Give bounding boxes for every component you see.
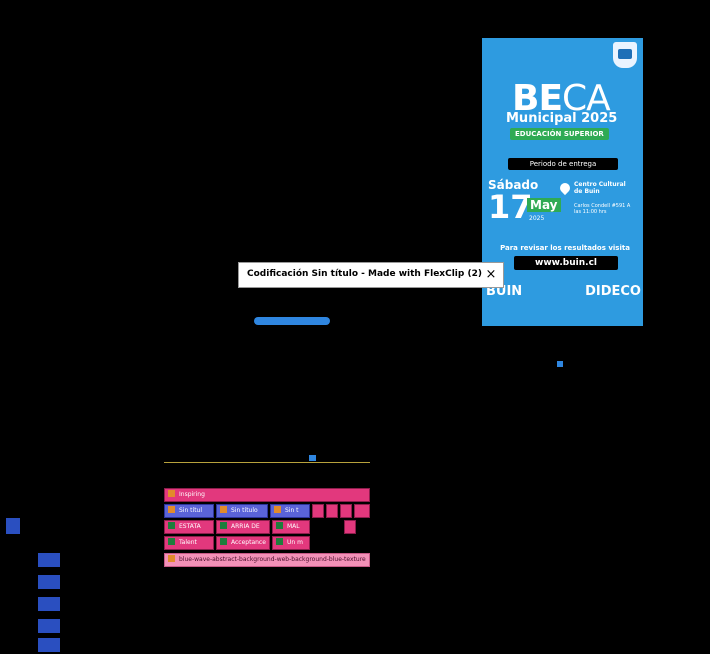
side-panel-icon[interactable] <box>6 518 20 534</box>
clip-sin-titulo-3[interactable]: Sin t <box>270 504 310 518</box>
timeline-track-3: ESTATA ARRIA DE MAL <box>164 520 370 534</box>
poster-venue: Centro Cultural de Buin <box>574 181 626 195</box>
poster-year: 2025 <box>529 215 545 222</box>
timeline-track-5: blue-wave-abstract-background-web-backgr… <box>164 553 370 567</box>
clip-inspiring[interactable]: Inspiring <box>164 488 370 502</box>
side-panel-icon[interactable] <box>38 575 60 589</box>
poster-education-badge: EDUCACIÓN SUPERIOR <box>510 128 609 140</box>
clip-sin-titulo-2[interactable]: Sin título <box>216 504 268 518</box>
poster-day: 17 <box>488 188 533 226</box>
effect-icon <box>274 506 281 513</box>
tooltip-title: Codificación Sin título - Made with Flex… <box>247 269 482 279</box>
image-icon <box>168 522 175 529</box>
clip-mini[interactable] <box>340 504 352 518</box>
clip-mal[interactable]: MAL <box>272 520 310 534</box>
clip-estata[interactable]: ESTATA <box>164 520 214 534</box>
clip-acceptance[interactable]: Acceptance <box>216 536 270 550</box>
poster-logos: BUIN DIDECO <box>486 284 641 299</box>
side-panel-icon[interactable] <box>38 619 60 633</box>
timeline-track-2: Sin títul Sin título Sin t <box>164 504 370 518</box>
clip-blue-wave-background[interactable]: blue-wave-abstract-background-web-backgr… <box>164 553 370 567</box>
dideco-logo: DIDECO <box>585 284 641 299</box>
clip-talent[interactable]: Talent <box>164 536 214 550</box>
poster-address: Carlos Condell #591 A las 11:00 hrs <box>574 203 631 215</box>
clip-mini[interactable] <box>344 520 356 534</box>
poster-month: May <box>527 198 561 212</box>
image-icon <box>220 538 227 545</box>
side-panel-icon[interactable] <box>38 597 60 611</box>
poster-url: www.buin.cl <box>514 256 618 270</box>
clip-mini[interactable] <box>312 504 324 518</box>
clip-un-m[interactable]: Un m <box>272 536 310 550</box>
buin-crest-icon <box>613 42 637 68</box>
timeline-track-1: Inspiring <box>164 488 370 502</box>
progress-bar <box>254 317 330 325</box>
beca-poster-preview: BECA Municipal 2025 EDUCACIÓN SUPERIOR P… <box>482 38 643 326</box>
side-panel-icon[interactable] <box>38 638 60 652</box>
effect-icon <box>168 555 175 562</box>
location-pin-icon <box>557 180 573 196</box>
cursor-marker <box>557 361 563 367</box>
image-icon <box>168 538 175 545</box>
clip-sin-titulo-1[interactable]: Sin títul <box>164 504 214 518</box>
clip-arria-de[interactable]: ARRIA DE <box>216 520 270 534</box>
poster-review-text: Para revisar los resultados visita <box>500 244 630 252</box>
poster-period-label: Periodo de entrega <box>508 158 618 170</box>
tab-tooltip: Codificación Sin título - Made with Flex… <box>238 262 504 288</box>
timeline-track-4: Talent Acceptance Un m <box>164 536 370 550</box>
side-panel-icon[interactable] <box>38 553 60 567</box>
close-icon[interactable]: × <box>483 266 499 284</box>
effect-icon <box>168 490 175 497</box>
playhead-handle[interactable] <box>309 455 316 461</box>
image-icon <box>276 522 283 529</box>
image-icon <box>220 522 227 529</box>
clip-mini[interactable] <box>326 504 338 518</box>
timeline-ruler <box>164 462 370 463</box>
image-icon <box>276 538 283 545</box>
clip-mini[interactable] <box>354 504 370 518</box>
poster-subtitle: Municipal 2025 <box>506 111 618 126</box>
effect-icon <box>168 506 175 513</box>
effect-icon <box>220 506 227 513</box>
